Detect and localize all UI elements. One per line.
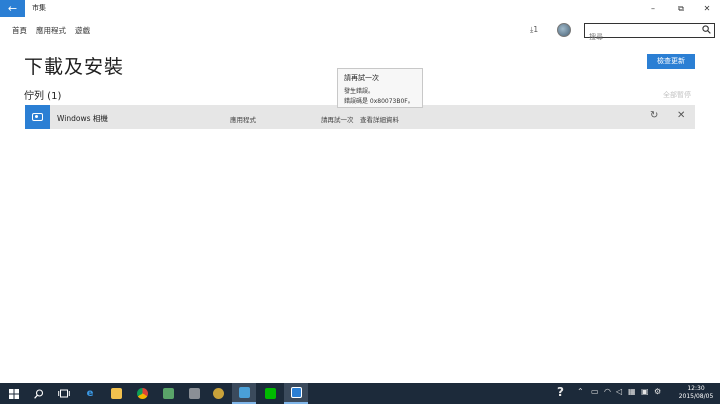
view-details-link[interactable]: 查看詳細資料 — [360, 114, 399, 124]
close-button[interactable]: ✕ — [694, 0, 720, 17]
app2-icon — [212, 388, 224, 399]
folder-icon — [110, 388, 122, 399]
clock-date: 2015/08/05 — [678, 393, 714, 400]
close-icon: ✕ — [703, 4, 711, 13]
app-icon — [188, 388, 200, 399]
nav-item-home[interactable]: 首頁 — [12, 25, 27, 37]
top-nav: 首頁 應用程式 遊戲 — [12, 25, 90, 37]
task-view-button[interactable] — [52, 383, 76, 404]
tooltip-error-code: 錯誤碼是 0x80073B0F。 — [344, 98, 414, 105]
taskbar-edge[interactable]: e — [78, 383, 102, 404]
search-box[interactable] — [584, 23, 715, 44]
taskbar-line[interactable] — [258, 383, 282, 404]
taskbar-app2[interactable] — [206, 383, 230, 404]
app-status: 請再試一次 — [321, 116, 354, 124]
search-input[interactable] — [585, 30, 695, 44]
pause-all-button[interactable]: 全部暫停 — [663, 90, 691, 100]
retry-icon[interactable]: ↻ — [650, 110, 658, 121]
nav-item-games[interactable]: 遊戲 — [75, 25, 90, 37]
tooltip-title: 請再試一次 — [344, 74, 379, 82]
edge-icon: e — [86, 387, 94, 399]
restore-icon: ⧉ — [678, 4, 684, 13]
wifi-icon[interactable]: ◠ — [604, 387, 611, 396]
clock-time: 12:30 — [687, 385, 705, 392]
downloads-indicator[interactable]: ⤓1 — [530, 25, 538, 35]
volume-icon[interactable]: ◁ — [616, 387, 622, 396]
taskbar-store[interactable] — [284, 383, 308, 404]
taskbar-media[interactable] — [232, 383, 256, 404]
chrome-icon — [136, 388, 148, 399]
keyboard-icon[interactable]: ▦ — [628, 387, 636, 396]
start-button[interactable] — [2, 383, 26, 404]
settings-icon[interactable]: ⚙ — [654, 387, 661, 396]
windows-logo-icon — [9, 388, 19, 399]
chat-icon — [264, 388, 276, 399]
taskbar-chrome[interactable] — [130, 383, 154, 404]
minimize-button[interactable]: – — [640, 0, 666, 17]
taskbar-app[interactable] — [182, 383, 206, 404]
clock[interactable]: 12:30 2015/08/05 — [675, 385, 717, 401]
app-tile — [25, 105, 50, 129]
cancel-icon[interactable]: ✕ — [677, 110, 685, 121]
queue-title: 佇列 (1) — [24, 91, 62, 102]
check-updates-button[interactable]: 檢查更新 — [647, 54, 695, 69]
taskbar: e ? ⌃ ▭ ◠ ◁ ▦ ▣ ⚙ 12:30 2015/08/05 — [0, 383, 720, 404]
avatar[interactable] — [557, 23, 571, 37]
minimize-icon: – — [651, 4, 655, 13]
back-arrow-icon: ← — [7, 2, 18, 15]
bag-icon — [162, 388, 174, 399]
battery-icon[interactable]: ▭ — [591, 387, 599, 396]
task-view-icon — [58, 389, 70, 398]
taskbar-store-app[interactable] — [156, 383, 180, 404]
camera-icon — [32, 113, 43, 121]
title-bar: ← 市集 – ⧉ ✕ — [0, 0, 720, 17]
taskbar-search[interactable] — [27, 383, 51, 404]
queue-item: Windows 相機 應用程式 請再試一次 查看詳細資料 ↻ ✕ — [25, 105, 695, 129]
app-type: 應用程式 — [230, 116, 256, 124]
maximize-button[interactable]: ⧉ — [668, 0, 694, 17]
language-icon[interactable]: ▣ — [641, 387, 649, 396]
taskbar-explorer[interactable] — [104, 383, 128, 404]
nav-item-apps[interactable]: 應用程式 — [36, 25, 66, 37]
media-icon — [238, 387, 250, 398]
back-button[interactable]: ← — [0, 0, 25, 17]
chevron-up-icon[interactable]: ⌃ — [577, 387, 584, 396]
tooltip-error-line: 發生錯誤。 — [344, 88, 375, 95]
app-title: 市集 — [32, 4, 46, 12]
help-icon[interactable]: ? — [557, 385, 564, 399]
page-title: 下載及安裝 — [24, 56, 125, 78]
app-name: Windows 相機 — [57, 114, 108, 123]
search-icon[interactable] — [702, 25, 711, 34]
search-icon — [34, 388, 44, 399]
store-icon — [290, 387, 302, 398]
error-tooltip: 請再試一次 發生錯誤。 錯誤碼是 0x80073B0F。 — [337, 68, 423, 108]
